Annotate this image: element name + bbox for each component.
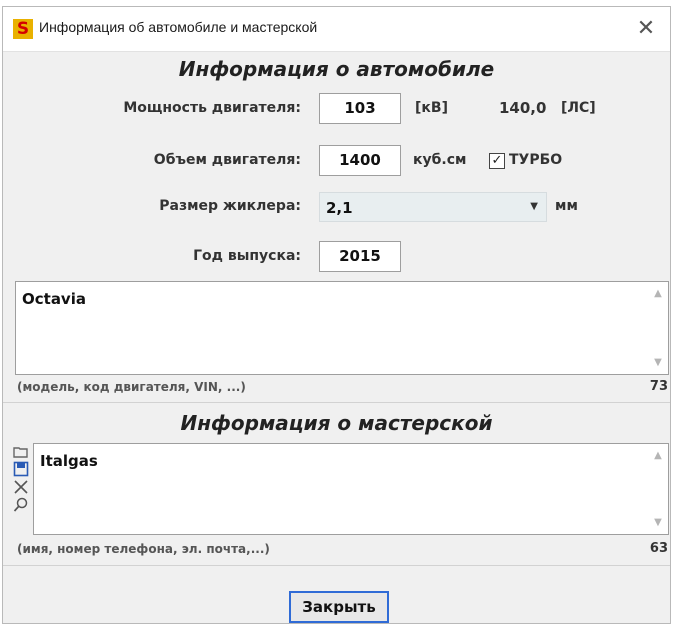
scroll-down-icon[interactable]: ▼ [652,357,664,368]
open-icon[interactable] [13,443,29,459]
engine-displacement-unit: куб.см [413,152,467,168]
year-input[interactable]: 2015 [319,241,401,272]
scroll-down-icon[interactable]: ▼ [652,517,664,528]
engine-power-hp-value: 140,0 [499,99,547,117]
workshop-notes-hint: (имя, номер телефона, эл. почта,...) [17,542,270,556]
car-notes-textarea[interactable]: Octavia ▲ ▼ [15,281,669,375]
turbo-label: ТУРБО [509,152,563,168]
jet-size-unit: мм [555,198,578,214]
close-dialog-button[interactable]: Закрыть [289,591,389,623]
turbo-checkbox[interactable]: ✓ [489,153,505,169]
car-section-header: Информация о автомобиле [178,57,495,81]
car-notes-counter: 73 [649,379,668,394]
title-bar: S Информация об автомобиле и мастерской … [3,7,670,52]
app-logo-icon: S [13,19,33,39]
workshop-notes-textarea[interactable]: Italgas ▲ ▼ [33,443,669,535]
window-close-button[interactable]: ✕ [632,15,660,43]
window-title: Информация об автомобиле и мастерской [39,19,318,35]
scroll-up-icon[interactable]: ▲ [652,288,664,299]
jet-size-label: Размер жиклера: [159,198,301,214]
engine-displacement-label: Объем двигателя: [153,152,301,168]
delete-icon[interactable] [13,479,29,495]
footer-divider [3,565,670,566]
search-icon[interactable] [13,497,29,513]
jet-size-select[interactable]: 2,1 ▼ [319,192,547,222]
year-label: Год выпуска: [193,248,301,264]
engine-power-input[interactable]: 103 [319,93,401,124]
workshop-notes-counter: 63 [649,541,668,556]
car-notes-hint: (модель, код двигателя, VIN, ...) [17,380,246,394]
workshop-section-header: Информация о мастерской [180,411,493,435]
dialog-window: S Информация об автомобиле и мастерской … [2,6,671,624]
chevron-down-icon: ▼ [530,201,538,212]
car-notes-value: Octavia [22,290,86,308]
engine-power-label: Мощность двигателя: [123,100,301,116]
section-divider [3,402,670,403]
scroll-up-icon[interactable]: ▲ [652,450,664,461]
engine-displacement-input[interactable]: 1400 [319,145,401,176]
save-icon[interactable] [13,461,29,477]
jet-size-value: 2,1 [326,199,353,217]
engine-power-hp-unit: [ЛС] [561,100,596,116]
engine-power-unit: [кВ] [415,100,448,116]
workshop-notes-value: Italgas [40,452,98,470]
